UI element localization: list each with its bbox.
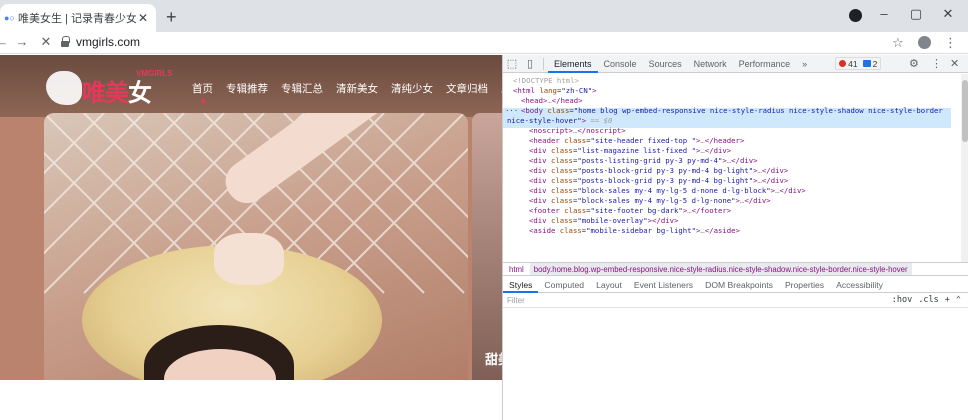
message-count: 2 xyxy=(872,58,878,69)
breadcrumb-body[interactable]: body.home.blog.wp-embed-responsive.nice-… xyxy=(529,263,912,275)
issues-counter[interactable]: 41 2 xyxy=(835,57,882,70)
new-style-rule-button[interactable]: + xyxy=(945,295,950,305)
dom-node[interactable]: <noscript>…</noscript> xyxy=(529,126,626,136)
dom-node[interactable]: <html lang="zh-CN"> xyxy=(513,86,597,96)
back-button[interactable]: ← xyxy=(0,34,10,49)
scroll-thumb[interactable] xyxy=(962,80,968,142)
logo-subtitle: VMGIRLS xyxy=(136,69,173,78)
dom-node[interactable]: <head>…</head> xyxy=(521,96,583,106)
styles-tabbar: Styles Computed Layout Event Listeners D… xyxy=(503,277,968,293)
maximize-button[interactable]: ▢ xyxy=(905,6,927,22)
styles-filter-input[interactable]: Filter xyxy=(507,296,525,305)
tab-sources[interactable]: Sources xyxy=(643,55,688,73)
tab-network[interactable]: Network xyxy=(688,55,733,73)
browser-toolbar: ← → ✕ vmgirls.com ☆ ⋮ xyxy=(0,32,968,54)
more-tabs-button[interactable]: » xyxy=(796,55,813,73)
tab-layout[interactable]: Layout xyxy=(590,277,628,293)
account-icon[interactable] xyxy=(918,36,931,49)
menu-item-archive[interactable]: 文章归档 xyxy=(446,81,488,96)
tab-accessibility[interactable]: Accessibility xyxy=(830,277,889,293)
site-header: 唯美女生 VMGIRLS 首页 专辑推荐 专辑汇总 清新美女 清纯少女 文章归档… xyxy=(0,55,502,142)
favicon-icon: ●○ xyxy=(4,13,15,23)
menu-item-fresh[interactable]: 清新美女 xyxy=(336,81,378,96)
logo-text: 唯美 xyxy=(82,80,129,107)
window-close-button[interactable]: ✕ xyxy=(937,6,959,22)
new-tab-button[interactable]: + xyxy=(166,7,177,28)
breadcrumb: html body.home.blog.wp-embed-responsive.… xyxy=(503,262,968,276)
dom-node[interactable]: <div class="posts-block-grid py-3 py-md-… xyxy=(529,176,788,186)
profile-icon[interactable] xyxy=(849,9,862,22)
logo-silhouette-icon xyxy=(46,71,82,105)
side-card-title: 甜美 xyxy=(485,352,502,367)
minimize-button[interactable]: – xyxy=(873,6,895,21)
page-viewport: 唯美女生 VMGIRLS 首页 专辑推荐 专辑汇总 清新美女 清纯少女 文章归档… xyxy=(0,55,502,380)
dom-node[interactable]: <div class="posts-block-grid py-3 py-md-… xyxy=(529,166,788,176)
class-toggle[interactable]: .cls xyxy=(918,295,938,305)
menu-item-recommend[interactable]: 专辑推荐 xyxy=(226,81,268,96)
stop-loading-button[interactable]: ✕ xyxy=(38,34,54,50)
devtools-menu-icon[interactable]: ⋮ xyxy=(931,57,942,70)
inspect-element-icon[interactable]: ⬚ xyxy=(503,57,521,70)
error-icon xyxy=(839,60,847,67)
dom-tree[interactable]: <!DOCTYPE html> <html lang="zh-CN"> <head>… xyxy=(503,74,961,262)
hand xyxy=(214,233,284,285)
tab-elements[interactable]: Elements xyxy=(548,55,598,73)
address-bar[interactable]: vmgirls.com xyxy=(60,32,880,52)
dom-node[interactable]: <header class="site-header fixed-top ">…… xyxy=(529,136,744,146)
lock-icon xyxy=(60,36,70,48)
devtools-tabbar: ⬚ ▯ Elements Console Sources Network Per… xyxy=(503,55,968,73)
styles-filter-bar: Filter :hov .cls + ⌃ xyxy=(503,294,968,308)
computed-sidebar-toggle[interactable]: ⌃ xyxy=(956,295,961,305)
devtools-panel: ⬚ ▯ Elements Console Sources Network Per… xyxy=(502,55,968,420)
browser-menu-icon[interactable]: ⋮ xyxy=(944,35,957,51)
hover-state-toggle[interactable]: :hov xyxy=(892,295,912,305)
tab-computed[interactable]: Computed xyxy=(538,277,590,293)
breadcrumb-html[interactable]: html xyxy=(503,265,530,274)
active-menu-indicator xyxy=(201,99,205,103)
tab-close-icon[interactable]: ✕ xyxy=(136,11,150,25)
menu-item-albums[interactable]: 专辑汇总 xyxy=(281,81,323,96)
node-actions-dots[interactable]: ··· xyxy=(505,106,518,116)
dom-node[interactable]: <div class="block-sales my-4 my-lg-5 d-l… xyxy=(529,196,771,206)
device-toolbar-icon[interactable]: ▯ xyxy=(521,57,539,70)
dom-node[interactable]: <body class="home blog wp-embed-responsi… xyxy=(521,106,943,116)
dom-node[interactable]: <div class="posts-listing-grid py-3 py-m… xyxy=(529,156,758,166)
tab-title: 唯美女生 | 记录青春少女最美时 xyxy=(18,13,136,25)
tab-styles[interactable]: Styles xyxy=(503,277,539,293)
site-menu: 首页 专辑推荐 专辑汇总 清新美女 清纯少女 文章归档 发现 xyxy=(192,81,502,96)
dom-scrollbar[interactable] xyxy=(961,74,968,262)
dom-node[interactable]: <!DOCTYPE html> xyxy=(513,76,579,86)
page-blank-area xyxy=(0,380,502,420)
tab-event-listeners[interactable]: Event Listeners xyxy=(628,277,699,293)
menu-item-pure[interactable]: 清纯少女 xyxy=(391,81,433,96)
tab-console[interactable]: Console xyxy=(598,55,643,73)
devtools-close-icon[interactable]: ✕ xyxy=(950,57,959,70)
dom-node[interactable]: <div class="list-magazine list-fixed ">…… xyxy=(529,146,731,156)
hero-photo[interactable] xyxy=(44,113,468,380)
dom-node[interactable]: <div class="block-sales my-4 my-lg-5 d-n… xyxy=(529,186,806,196)
separator xyxy=(543,57,544,70)
tab-performance[interactable]: Performance xyxy=(733,55,797,73)
dom-node-continuation[interactable]: nice-style-hover"> == $0 xyxy=(507,116,612,126)
menu-item-home[interactable]: 首页 xyxy=(192,81,213,96)
tab-strip: ●○ 唯美女生 | 记录青春少女最美时 ✕ + – ▢ ✕ xyxy=(0,0,968,32)
dom-node[interactable]: <div class="mobile-overlay"></div> xyxy=(529,216,678,226)
message-icon xyxy=(862,60,871,67)
bookmark-star-icon[interactable]: ☆ xyxy=(892,35,904,51)
browser-tab[interactable]: ●○ 唯美女生 | 记录青春少女最美时 ✕ xyxy=(0,4,156,32)
dom-node[interactable]: <aside class="mobile-sidebar bg-light">…… xyxy=(529,226,740,236)
error-count: 41 xyxy=(848,58,858,69)
dom-node[interactable]: <footer class="site-footer bg-dark">…</f… xyxy=(529,206,731,216)
settings-gear-icon[interactable]: ⚙ xyxy=(909,57,919,70)
side-card[interactable]: 甜美 xyxy=(472,113,502,380)
url-text[interactable]: vmgirls.com xyxy=(76,35,140,49)
site-logo[interactable]: 唯美女生 VMGIRLS xyxy=(46,69,172,142)
forward-button[interactable]: → xyxy=(14,34,30,49)
tab-dom-breakpoints[interactable]: DOM Breakpoints xyxy=(699,277,779,293)
tab-properties[interactable]: Properties xyxy=(779,277,830,293)
